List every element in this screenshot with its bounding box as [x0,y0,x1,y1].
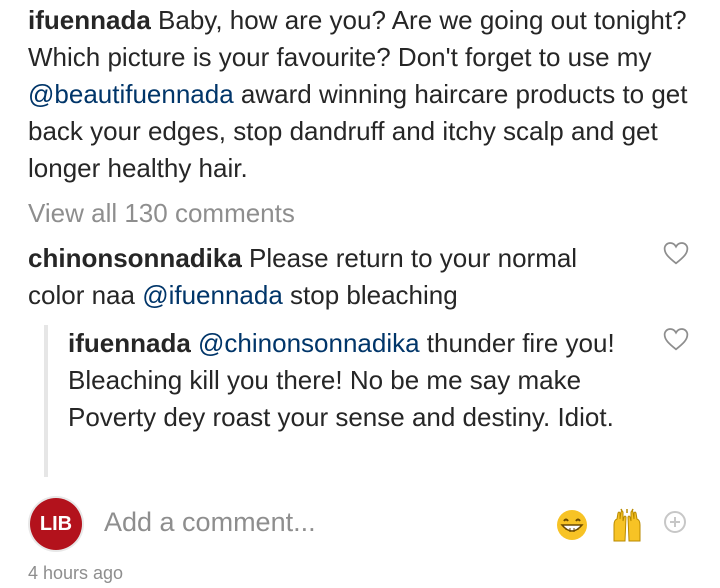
avatar[interactable]: LIB [30,498,82,550]
grinning-emoji-icon[interactable] [554,507,590,543]
caption-username[interactable]: ifuennada [28,5,151,35]
raised-hands-emoji-icon[interactable] [609,507,645,543]
caption: ifuennada Baby, how are you? Are we goin… [28,2,698,187]
add-circle-icon[interactable] [664,511,686,533]
reply-mention[interactable]: @chinonsonnadika [198,328,420,358]
reply-username[interactable]: ifuennada [68,328,191,358]
comment-mention[interactable]: @ifuennada [142,280,283,310]
caption-mention[interactable]: @beautifuennada [28,79,234,109]
reply: ifuennada @chinonsonnadika thunder fire … [68,325,628,436]
add-comment-input[interactable]: Add a comment... [104,507,316,538]
avatar-text: LIB [39,512,73,535]
view-all-comments-link[interactable]: View all 130 comments [28,198,295,229]
reply-thread-line [44,325,48,477]
comment-username[interactable]: chinonsonnadika [28,243,242,273]
comment-text-continued: stop bleaching [282,280,458,310]
comment: chinonsonnadika Please return to your no… [28,240,638,314]
post-timestamp: 4 hours ago [28,563,124,583]
comment-like-heart-icon[interactable] [663,241,689,265]
reply-like-heart-icon[interactable] [663,327,689,351]
